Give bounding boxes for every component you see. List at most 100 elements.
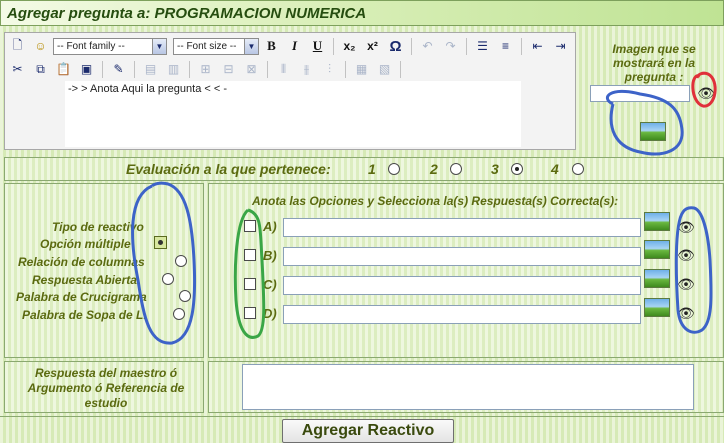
- cell-props-icon[interactable]: ▥: [163, 59, 184, 79]
- toolbar-row-2: ✂ ⧉ 📋 ▣ ✎ ▤ ▥ ⊞ ⊟ ⊠ ⫴ ⫵ ⫶ ▦ ▧: [7, 58, 404, 80]
- toolbar-divider: [134, 60, 135, 78]
- font-family-value: -- Font family --: [57, 40, 125, 52]
- image-path-input[interactable]: [590, 85, 690, 102]
- evaluation-radio-4[interactable]: [572, 163, 584, 175]
- option-b-letter: B): [263, 248, 277, 263]
- type-label-open-answer: Respuesta Abierta: [32, 273, 137, 287]
- redo-icon[interactable]: ↷: [440, 36, 461, 56]
- teacher-answer-label: Respuesta del maestro ó Argumento ó Refe…: [27, 366, 185, 410]
- option-c-image-icon[interactable]: [644, 269, 670, 288]
- option-a-letter: A): [263, 219, 277, 234]
- image-label: Imagen que se mostrará en la pregunta :: [612, 42, 696, 84]
- question-text-area[interactable]: -> > Anota Aqui la pregunta < < -: [65, 81, 521, 147]
- bullet-list-icon[interactable]: ☰: [472, 36, 493, 56]
- option-d-image-icon[interactable]: [644, 298, 670, 317]
- underline-button[interactable]: U: [307, 36, 328, 56]
- type-label-crossword: Palabra de Crucigrama: [16, 290, 147, 304]
- italic-button[interactable]: I: [284, 36, 305, 56]
- question-type-panel: [4, 183, 204, 358]
- evaluation-label: Evaluación a la que pertenece:: [126, 161, 331, 177]
- image-picker-icon[interactable]: [640, 122, 666, 141]
- chevron-down-icon: ▼: [244, 38, 258, 54]
- font-family-select[interactable]: -- Font family -- ▼: [53, 37, 167, 55]
- toolbar-divider: [521, 37, 522, 55]
- type-label-multiple-choice: Opción múltiple: [40, 237, 131, 251]
- edit-icon[interactable]: ✎: [108, 59, 129, 79]
- insert-row-after-icon[interactable]: ⊟: [218, 59, 239, 79]
- toolbar-divider: [333, 37, 334, 55]
- type-radio-crossword[interactable]: [179, 290, 191, 302]
- merge-cells-icon[interactable]: ▧: [374, 59, 395, 79]
- delete-row-icon[interactable]: ⊠: [241, 59, 262, 79]
- superscript-button[interactable]: x²: [362, 36, 383, 56]
- teacher-answer-textarea[interactable]: [242, 364, 694, 410]
- evaluation-radio-1[interactable]: [388, 163, 400, 175]
- toolbar-divider: [345, 60, 346, 78]
- option-c-letter: C): [263, 277, 277, 292]
- toolbar-divider: [466, 37, 467, 55]
- option-a-checkbox[interactable]: [244, 220, 256, 232]
- add-question-button[interactable]: Agregar Reactivo: [282, 419, 454, 443]
- copy-icon[interactable]: ⧉: [30, 59, 51, 79]
- option-b-image-icon[interactable]: [644, 240, 670, 259]
- evaluation-radio-3[interactable]: [511, 163, 523, 175]
- insert-col-before-icon[interactable]: ⫴: [273, 59, 294, 79]
- option-b-checkbox[interactable]: [244, 249, 256, 261]
- evaluation-number-1: 1: [368, 161, 376, 177]
- chevron-down-icon: ▼: [152, 38, 166, 54]
- toolbar-divider: [189, 60, 190, 78]
- undo-icon[interactable]: ↶: [417, 36, 438, 56]
- option-d-letter: D): [263, 306, 277, 321]
- question-editor: 🗋 ☺ -- Font family -- ▼ -- Font size -- …: [4, 32, 576, 150]
- option-a-image-icon[interactable]: [644, 212, 670, 231]
- type-radio-column-matching[interactable]: [175, 255, 187, 267]
- toolbar-divider: [400, 60, 401, 78]
- font-size-select[interactable]: -- Font size -- ▼: [173, 37, 259, 55]
- toolbar-divider: [102, 60, 103, 78]
- cut-icon[interactable]: ✂: [7, 59, 28, 79]
- eye-icon[interactable]: 👁: [697, 85, 715, 101]
- option-b-input[interactable]: [283, 247, 641, 266]
- font-size-value: -- Font size --: [177, 40, 237, 52]
- indent-icon[interactable]: ⇥: [550, 36, 571, 56]
- option-c-input[interactable]: [283, 276, 641, 295]
- radio-dot-icon: [158, 240, 163, 245]
- type-radio-word-search[interactable]: [173, 308, 185, 320]
- option-c-checkbox[interactable]: [244, 278, 256, 290]
- toolbar-divider: [267, 60, 268, 78]
- delete-col-icon[interactable]: ⫶: [319, 59, 340, 79]
- option-b-eye-icon[interactable]: 👁: [677, 247, 695, 263]
- new-document-icon[interactable]: 🗋: [7, 36, 28, 56]
- option-a-input[interactable]: [283, 218, 641, 237]
- bold-button[interactable]: B: [261, 36, 282, 56]
- insert-col-after-icon[interactable]: ⫵: [296, 59, 317, 79]
- type-label-word-search: Palabra de Sopa de L.: [22, 308, 147, 322]
- option-d-input[interactable]: [283, 305, 641, 324]
- numbered-list-icon[interactable]: ≡: [495, 36, 516, 56]
- page-title: Agregar pregunta a: PROGRAMACION NUMERIC…: [0, 0, 724, 26]
- table-props-icon[interactable]: ▤: [140, 59, 161, 79]
- special-char-button[interactable]: Ω: [385, 36, 406, 56]
- insert-row-before-icon[interactable]: ⊞: [195, 59, 216, 79]
- toolbar-divider: [411, 37, 412, 55]
- paste-word-icon[interactable]: ▣: [76, 59, 97, 79]
- toolbar-row-1: 🗋 ☺ -- Font family -- ▼ -- Font size -- …: [7, 35, 571, 57]
- split-cells-icon[interactable]: ▦: [351, 59, 372, 79]
- outdent-icon[interactable]: ⇤: [527, 36, 548, 56]
- evaluation-radio-2[interactable]: [450, 163, 462, 175]
- emoticon-icon[interactable]: ☺: [30, 36, 51, 56]
- option-c-eye-icon[interactable]: 👁: [677, 276, 695, 292]
- option-d-checkbox[interactable]: [244, 307, 256, 319]
- option-a-eye-icon[interactable]: 👁: [677, 219, 695, 235]
- paste-icon[interactable]: 📋: [53, 59, 74, 79]
- type-radio-multiple-choice[interactable]: [154, 236, 167, 249]
- subscript-button[interactable]: x₂: [339, 36, 360, 56]
- question-type-title: Tipo de reactivo: [52, 220, 144, 234]
- evaluation-number-4: 4: [551, 161, 559, 177]
- type-radio-open-answer[interactable]: [162, 273, 174, 285]
- option-d-eye-icon[interactable]: 👁: [677, 305, 695, 321]
- evaluation-panel: [4, 157, 724, 181]
- evaluation-number-3: 3: [491, 161, 499, 177]
- options-header: Anota las Opciones y Selecciona la(s) Re…: [252, 194, 619, 208]
- evaluation-number-2: 2: [430, 161, 438, 177]
